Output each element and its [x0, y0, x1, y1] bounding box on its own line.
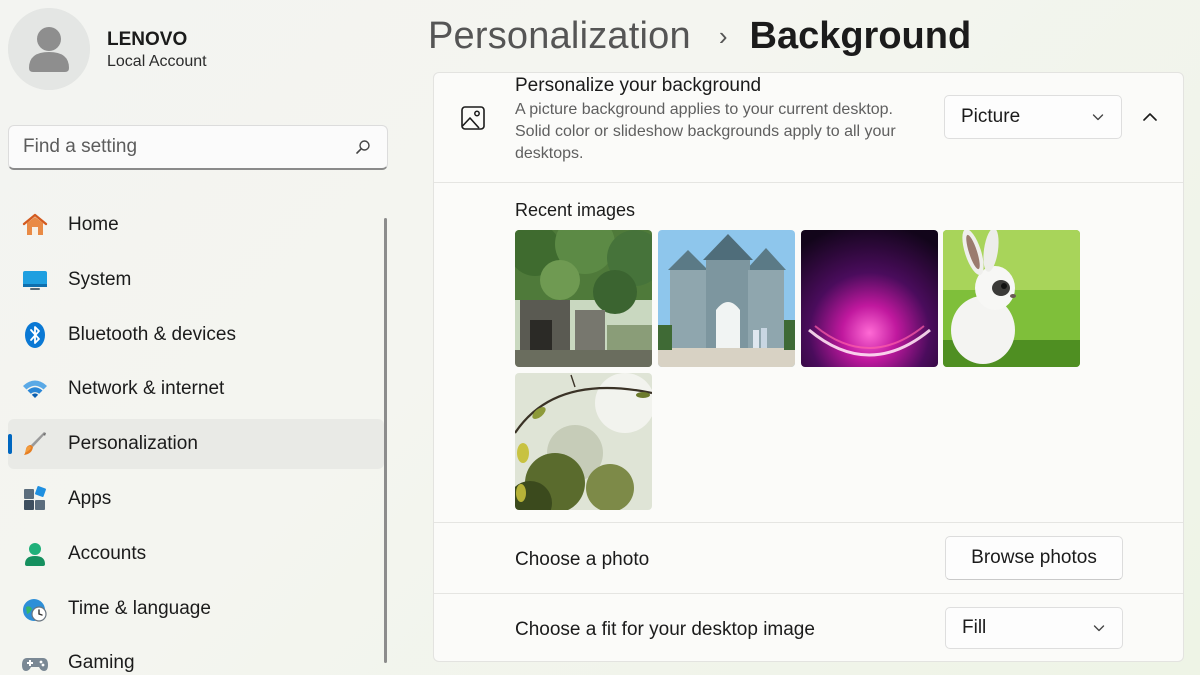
- sidebar-item-label: Gaming: [68, 652, 135, 674]
- personalize-background-description: A picture background applies to your cur…: [515, 101, 896, 162]
- recent-image-thumbnail[interactable]: [515, 230, 652, 367]
- clock-globe-icon: [20, 594, 50, 624]
- background-type-value: Picture: [961, 106, 1021, 127]
- breadcrumb: Personalization › Background: [428, 12, 971, 60]
- account-type: Local Account: [107, 53, 207, 70]
- personalize-background-title: Personalize your background: [515, 75, 762, 96]
- fit-dropdown[interactable]: Fill: [945, 607, 1123, 649]
- chevron-up-icon: [1143, 113, 1157, 121]
- sidebar-item-label: Time & language: [68, 597, 211, 619]
- recent-images-label: Recent images: [515, 200, 636, 220]
- home-icon: [20, 210, 50, 240]
- breadcrumb-chevron-icon: ›: [718, 20, 728, 51]
- recent-image-thumbnail[interactable]: [515, 373, 652, 510]
- search-box[interactable]: [8, 125, 388, 170]
- sidebar-item-apps[interactable]: Apps: [8, 474, 384, 524]
- sidebar-item-label: Bluetooth & devices: [68, 323, 236, 345]
- sidebar-item-gaming[interactable]: Gaming: [8, 638, 384, 675]
- sidebar-item-label: Accounts: [68, 542, 147, 564]
- sidebar-item-network[interactable]: Network & internet: [8, 364, 384, 414]
- wifi-icon: [20, 374, 50, 404]
- sidebar-item-label: System: [68, 268, 132, 290]
- sidebar-item-label: Apps: [68, 487, 112, 509]
- background-settings-card: Personalize your background A picture ba…: [433, 72, 1184, 662]
- sidebar-item-time-language[interactable]: Time & language: [8, 584, 384, 634]
- choose-photo-label: Choose a photo: [515, 549, 650, 570]
- sidebar-item-home[interactable]: Home: [8, 200, 384, 250]
- user-name: LENOVO: [107, 29, 188, 50]
- chevron-down-icon: [1093, 625, 1105, 632]
- divider: [434, 593, 1183, 594]
- system-icon: [20, 265, 50, 295]
- chevron-down-icon: [1092, 114, 1104, 121]
- avatar[interactable]: [8, 8, 90, 90]
- sidebar-item-accounts[interactable]: Accounts: [8, 529, 384, 579]
- search-input[interactable]: [23, 136, 353, 158]
- recent-image-thumbnail[interactable]: [943, 230, 1080, 367]
- page-title: Background: [749, 14, 972, 57]
- gamepad-icon: [20, 648, 50, 675]
- sidebar-scrollbar[interactable]: [384, 218, 387, 663]
- sidebar-item-label: Home: [68, 214, 119, 235]
- sidebar-item-system[interactable]: System: [8, 255, 384, 305]
- accounts-icon: [20, 539, 50, 569]
- search-icon[interactable]: [353, 137, 373, 157]
- apps-icon: [20, 484, 50, 514]
- divider: [434, 522, 1183, 523]
- sidebar-item-label: Network & internet: [68, 378, 225, 400]
- personalize-background-row[interactable]: Personalize your background A picture ba…: [434, 73, 1183, 183]
- sidebar-item-label: Personalization: [68, 433, 198, 455]
- breadcrumb-parent[interactable]: Personalization: [428, 15, 691, 58]
- collapse-button[interactable]: [1136, 103, 1164, 131]
- sidebar-nav: Home System Bluetooth & devices Network …: [8, 200, 384, 675]
- recent-image-thumbnail[interactable]: [658, 230, 795, 367]
- bluetooth-icon: [20, 320, 50, 350]
- browse-photos-button[interactable]: Browse photos: [945, 536, 1123, 580]
- fit-value: Fill: [962, 617, 987, 638]
- brush-icon: [20, 429, 50, 459]
- user-avatar-icon: [8, 8, 90, 90]
- sidebar: LENOVO Local Account Home System Bluetoo…: [0, 0, 400, 675]
- recent-image-thumbnail[interactable]: [801, 230, 938, 367]
- background-type-dropdown[interactable]: Picture: [944, 95, 1122, 139]
- choose-fit-label: Choose a fit for your desktop image: [515, 619, 815, 640]
- sidebar-item-personalization[interactable]: Personalization: [8, 419, 384, 470]
- picture-icon: [461, 106, 485, 130]
- sidebar-item-bluetooth[interactable]: Bluetooth & devices: [8, 310, 384, 360]
